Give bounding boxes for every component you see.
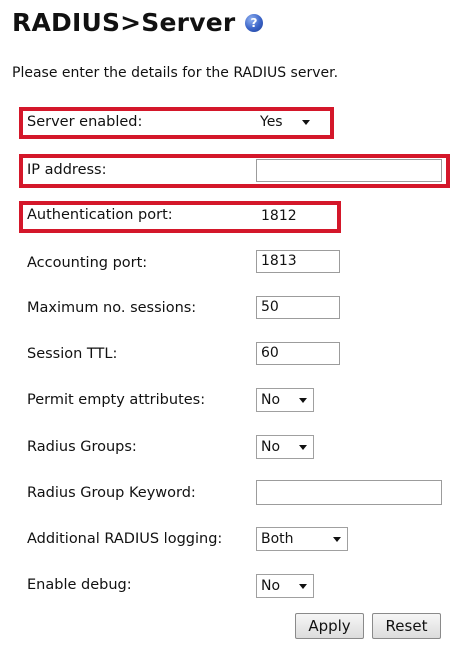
radius-groups-label: Radius Groups: [27, 439, 137, 455]
enable-debug-label: Enable debug: [27, 577, 132, 593]
chevron-down-icon [333, 537, 341, 542]
group-keyword-label: Radius Group Keyword: [27, 485, 196, 501]
radius-groups-value: No [261, 439, 281, 455]
additional-logging-value: Both [261, 531, 294, 547]
enable-debug-select[interactable]: No [256, 574, 314, 598]
additional-logging-select[interactable]: Both [256, 527, 348, 551]
server-enabled-value: Yes [260, 114, 283, 130]
chevron-down-icon [302, 120, 310, 125]
additional-logging-label: Additional RADIUS logging: [27, 531, 223, 547]
permit-empty-value: No [261, 392, 281, 408]
permit-empty-select[interactable]: No [256, 388, 314, 412]
acct-port-field[interactable]: 1813 [256, 250, 340, 273]
reset-button[interactable]: Reset [372, 613, 441, 639]
radius-groups-select[interactable]: No [256, 435, 314, 459]
permit-empty-label: Permit empty attributes: [27, 392, 206, 408]
session-ttl-label: Session TTL: [27, 346, 118, 362]
chevron-down-icon [299, 445, 307, 450]
chevron-down-icon [299, 584, 307, 589]
apply-button[interactable]: Apply [295, 613, 364, 639]
group-keyword-field[interactable] [256, 480, 442, 505]
ip-address-field[interactable] [256, 159, 442, 182]
max-sessions-label: Maximum no. sessions: [27, 300, 197, 316]
server-enabled-label: Server enabled: [27, 114, 143, 130]
server-enabled-select[interactable]: Yes [256, 111, 316, 135]
max-sessions-field[interactable]: 50 [256, 296, 340, 319]
auth-port-label: Authentication port: [27, 207, 173, 223]
help-icon[interactable]: ? [245, 14, 263, 32]
acct-port-label: Accounting port: [27, 255, 148, 271]
page-title: RADIUS>Server [12, 8, 236, 37]
session-ttl-field[interactable]: 60 [256, 342, 340, 365]
enable-debug-value: No [261, 578, 281, 594]
ip-address-label: IP address: [27, 162, 107, 178]
chevron-down-icon [299, 398, 307, 403]
auth-port-field[interactable]: 1812 [256, 205, 331, 228]
intro-text: Please enter the details for the RADIUS … [12, 65, 339, 81]
